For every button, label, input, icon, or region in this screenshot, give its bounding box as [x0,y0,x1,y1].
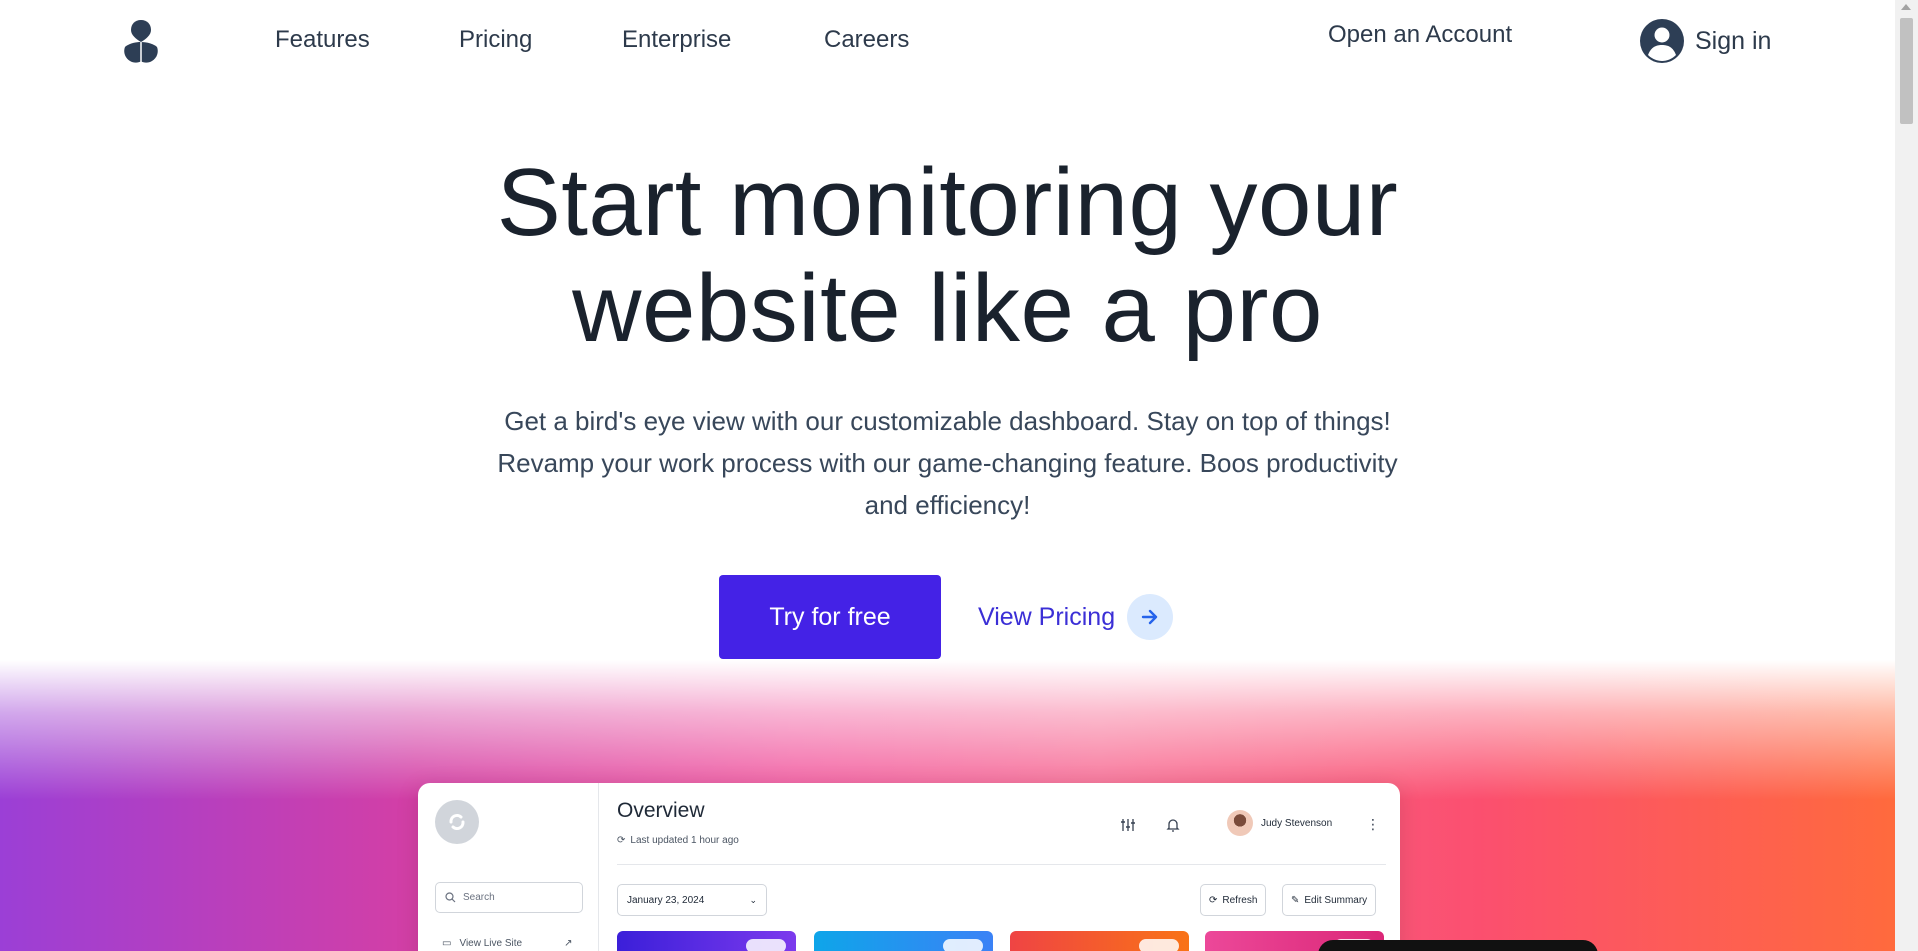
top-navigation: Features Pricing Enterprise Careers Open… [0,0,1895,82]
nav-features-link[interactable]: Features [275,26,370,54]
summary-card [617,931,796,951]
hero-title-line-2: website like a pro [572,255,1323,362]
globe-icon: ▭ [442,938,452,949]
nav-pricing-link[interactable]: Pricing [459,26,532,54]
dashboard-divider [617,864,1386,865]
search-icon [445,892,456,903]
view-pricing-label: View Pricing [978,602,1116,631]
date-picker-value: January 23, 2024 [627,894,705,906]
dashboard-user-name: Judy Stevenson [1261,817,1333,829]
scroll-up-icon[interactable] [1901,4,1911,10]
dashboard-search-placeholder: Search [463,892,495,903]
refresh-small-icon: ⟳ [617,835,626,846]
last-updated-text: ⟳ Last updated 1 hour ago [617,835,739,846]
open-account-link[interactable]: Open an Account [1328,21,1512,49]
refresh-label: Refresh [1222,894,1258,906]
hero-subtitle-line-2: Revamp your work process with our game-c… [497,448,1398,478]
refresh-button[interactable]: ⟳ Refresh [1200,884,1267,916]
floating-toast [1318,940,1598,951]
edit-summary-button[interactable]: ✎ Edit Summary [1282,884,1377,916]
refresh-icon: ⟳ [1209,894,1218,906]
hero-subtitle: Get a bird's eye view with our customiza… [420,400,1475,526]
filter-sliders-icon[interactable] [1119,816,1137,834]
sidebar-item-label: View Live Site [459,938,523,949]
hero-subtitle-line-3: and efficiency! [864,490,1031,520]
edit-icon: ✎ [1291,894,1300,906]
nav-careers-link[interactable]: Careers [824,26,909,54]
dashboard-user-menu[interactable]: Judy Stevenson [1227,810,1332,836]
arrow-right-icon [1127,594,1174,640]
summary-card [814,931,993,951]
page-scrollbar[interactable] [1895,0,1918,951]
sign-in-label: Sign in [1695,26,1772,55]
view-pricing-link[interactable]: View Pricing [978,594,1174,640]
card-badge [746,939,786,951]
last-updated-label: Last updated 1 hour ago [630,835,739,846]
external-link-icon: ↗ [564,938,573,949]
bell-icon[interactable] [1164,816,1182,834]
nav-enterprise-link[interactable]: Enterprise [622,26,731,54]
sign-in-button[interactable]: Sign in [1639,18,1771,64]
dashboard-sidebar: Search ▭ View Live Site ↗ [418,783,599,951]
summary-card [1010,931,1189,951]
scrollbar-thumb[interactable] [1900,18,1913,124]
card-badge [943,939,983,951]
trefoil-logo-icon[interactable] [117,18,165,64]
hero-title: Start monitoring your website like a pro [0,150,1895,362]
edit-summary-label: Edit Summary [1304,894,1368,906]
chevron-down-icon: ⌄ [749,894,757,905]
date-picker[interactable]: January 23, 2024 ⌄ [617,884,767,916]
card-badge [1139,939,1179,951]
hero-title-line-1: Start monitoring your [496,149,1399,256]
sidebar-item-view-live-site[interactable]: ▭ View Live Site ↗ [442,938,572,949]
hero-subtitle-line-1: Get a bird's eye view with our customiza… [504,406,1391,436]
dashboard-title: Overview [617,799,705,822]
dashboard-preview: Search ▭ View Live Site ↗ Overview ⟳ Las… [418,783,1400,951]
dashboard-search-input[interactable]: Search [435,882,583,913]
more-vertical-icon[interactable]: ⋮ [1366,816,1380,833]
dashboard-logo-icon [435,800,479,844]
user-circle-icon [1640,19,1684,63]
avatar [1227,810,1253,836]
try-for-free-button[interactable]: Try for free [719,575,941,659]
